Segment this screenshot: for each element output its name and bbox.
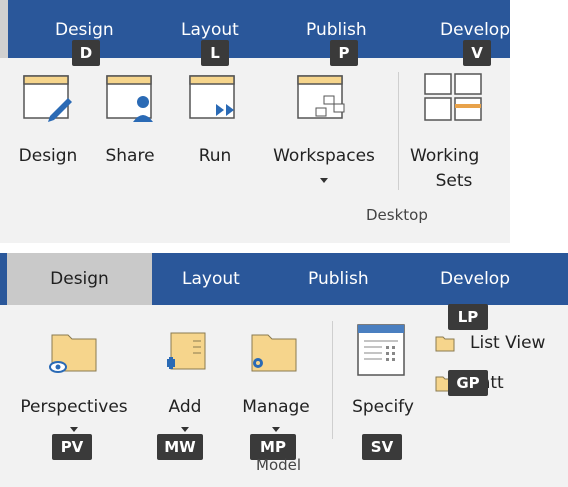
diagram-share-icon	[106, 75, 153, 122]
tab-design[interactable]: Design	[7, 253, 152, 305]
tab-bar: Design Layout Publish Develop	[0, 253, 568, 305]
add-dropdown-button[interactable]: Add	[155, 321, 215, 432]
diagram-run-icon	[189, 75, 235, 119]
keytip-p: P	[330, 40, 358, 66]
list-view-label: List View	[470, 333, 546, 353]
tab-layout[interactable]: Layout	[181, 20, 239, 40]
tab-layout[interactable]: Layout	[182, 269, 240, 289]
folder-manage-icon	[251, 334, 297, 372]
working-sets-label-line2: Sets	[435, 171, 473, 191]
working-sets-button[interactable]: Working Sets	[405, 70, 505, 195]
specify-button[interactable]: Specify	[338, 321, 428, 421]
run-button[interactable]: Run	[180, 70, 250, 170]
manage-dropdown-button[interactable]: Manage	[228, 321, 324, 432]
keytip-lp: LP	[448, 304, 488, 330]
keytip-v: V	[463, 40, 491, 66]
design-button[interactable]: Design	[8, 70, 88, 170]
manage-label: Manage	[242, 397, 310, 417]
group-label-model: Model	[256, 456, 302, 474]
keytip-pv: PV	[52, 434, 92, 460]
keytip-l: L	[201, 40, 229, 66]
perspectives-dropdown-button[interactable]: Perspectives	[8, 321, 140, 432]
tab-publish[interactable]: Publish	[308, 269, 369, 289]
share-button-label: Share	[105, 146, 155, 166]
tab-bar-edge	[0, 0, 8, 58]
folder-icon	[435, 336, 455, 352]
perspectives-label: Perspectives	[20, 397, 128, 417]
workspaces-icon	[297, 75, 345, 119]
workspaces-dropdown-button[interactable]: Workspaces	[260, 70, 388, 185]
specify-label: Specify	[352, 397, 414, 417]
folder-perspectives-icon	[49, 334, 97, 373]
ribbon-panel-bottom: Design Layout Publish Develop Perspectiv…	[0, 253, 568, 487]
add-element-icon	[167, 332, 206, 370]
tab-design[interactable]: Design	[55, 20, 114, 40]
list-view-button[interactable]: List View	[434, 331, 568, 357]
keytip-d: D	[72, 40, 100, 66]
working-sets-icon	[424, 73, 482, 121]
keytip-gp: GP	[448, 370, 488, 396]
working-sets-label-line1: Working	[410, 146, 480, 166]
group-label-desktop: Desktop	[366, 206, 428, 224]
separator	[398, 72, 399, 190]
ribbon-panel-top: Design Layout Publish Develop D L P V De…	[0, 0, 510, 243]
add-label: Add	[168, 397, 202, 417]
diagram-edit-icon	[23, 75, 72, 122]
separator	[332, 321, 333, 439]
chevron-down-icon	[181, 427, 189, 432]
keytip-mw: MW	[157, 434, 203, 460]
chevron-down-icon	[320, 178, 328, 183]
tab-publish[interactable]: Publish	[306, 20, 367, 40]
keytip-sv: SV	[362, 434, 402, 460]
design-button-label: Design	[18, 146, 78, 166]
tab-develop[interactable]: Develop	[440, 269, 510, 289]
tab-develop[interactable]: Develop	[440, 20, 510, 40]
workspaces-button-label: Workspaces	[273, 146, 375, 166]
chevron-down-icon	[272, 427, 280, 432]
specify-document-icon	[357, 324, 405, 376]
run-button-label: Run	[198, 146, 232, 166]
chevron-down-icon	[70, 427, 78, 432]
share-button[interactable]: Share	[95, 70, 165, 170]
